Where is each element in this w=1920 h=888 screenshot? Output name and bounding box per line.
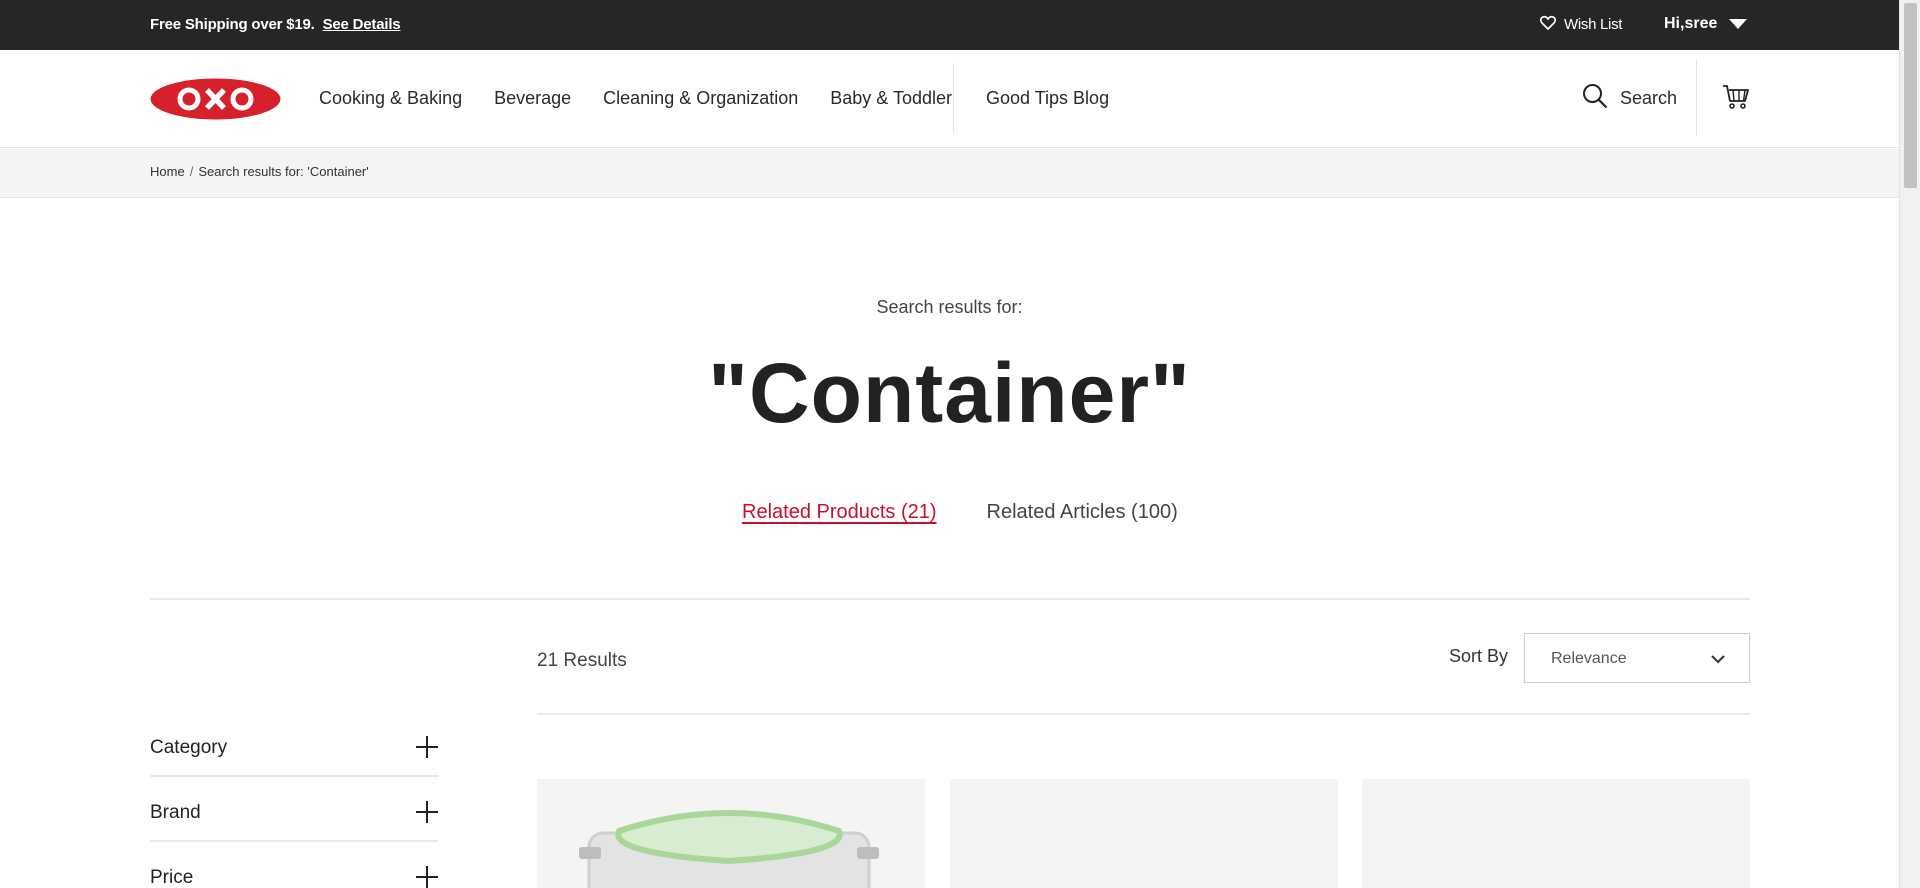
filter-category[interactable]: Category	[150, 713, 438, 777]
nav-cleaning-organization[interactable]: Cleaning & Organization	[603, 88, 798, 109]
chevron-down-icon	[1709, 650, 1727, 668]
caret-down-icon	[1729, 19, 1748, 29]
nav-cooking-baking[interactable]: Cooking & Baking	[319, 88, 462, 109]
breadcrumb-separator: /	[189, 164, 194, 179]
plus-icon	[416, 801, 438, 823]
promo-message: Free Shipping over $19. See Details	[150, 16, 401, 33]
user-menu[interactable]: Hi,sree	[1664, 15, 1748, 33]
tab-related-products[interactable]: Related Products (21)	[742, 501, 937, 524]
cart-icon[interactable]	[1722, 84, 1750, 110]
nav-divider	[953, 63, 954, 133]
search-results-label: Search results for:	[876, 297, 1023, 317]
breadcrumb-current: Search results for: 'Container'	[198, 164, 369, 179]
header-divider	[1696, 60, 1697, 136]
product-image	[579, 803, 879, 888]
plus-icon	[416, 866, 438, 888]
results-count: 21 Results	[537, 650, 627, 671]
section-divider	[150, 598, 1750, 600]
product-card[interactable]	[950, 779, 1338, 888]
nav-beverage[interactable]: Beverage	[494, 88, 571, 109]
results-divider	[537, 713, 1750, 715]
filter-brand[interactable]: Brand	[150, 778, 438, 842]
sort-value: Relevance	[1551, 650, 1627, 667]
filter-label: Brand	[150, 802, 201, 823]
promo-text: Free Shipping over $19.	[150, 16, 315, 33]
wishlist-link[interactable]: Wish List	[1540, 15, 1622, 34]
breadcrumb-bar: Home / Search results for: 'Container'	[0, 149, 1899, 198]
search-label: Search	[1620, 88, 1678, 108]
tab-related-articles[interactable]: Related Articles (100)	[987, 501, 1178, 524]
breadcrumb: Home / Search results for: 'Container'	[150, 164, 369, 179]
search-button[interactable]: Search	[1582, 83, 1677, 114]
sort-dropdown[interactable]: Relevance	[1524, 633, 1750, 683]
page-scrollbar[interactable]	[1899, 0, 1920, 888]
results-tabs: Related Products (21) Related Articles (…	[742, 501, 1178, 524]
plus-icon	[416, 736, 438, 758]
scrollbar-thumb[interactable]	[1904, 3, 1917, 188]
promo-bar: Free Shipping over $19. See Details Wish…	[0, 0, 1899, 50]
filter-price[interactable]: Price	[150, 843, 438, 888]
wishlist-label: Wish List	[1564, 16, 1623, 33]
nav-baby-toddler[interactable]: Baby & Toddler	[830, 88, 952, 109]
main-nav: Cooking & Baking Beverage Cleaning & Org…	[319, 88, 984, 109]
breadcrumb-home[interactable]: Home	[150, 164, 185, 179]
site-header: Cooking & Baking Beverage Cleaning & Org…	[0, 50, 1899, 148]
filter-label: Price	[150, 867, 194, 888]
sort-label: Sort By	[1449, 646, 1509, 666]
search-icon	[1582, 83, 1608, 114]
oxo-logo[interactable]	[150, 78, 281, 120]
user-greeting: Hi,sree	[1664, 15, 1718, 32]
product-card[interactable]	[537, 779, 925, 888]
filter-label: Category	[150, 737, 228, 758]
search-query-title: "Container"	[708, 346, 1191, 440]
nav-good-tips-blog[interactable]: Good Tips Blog	[986, 88, 1109, 109]
see-details-link[interactable]: See Details	[323, 16, 401, 33]
heart-icon	[1540, 15, 1556, 34]
product-card[interactable]	[1362, 779, 1750, 888]
